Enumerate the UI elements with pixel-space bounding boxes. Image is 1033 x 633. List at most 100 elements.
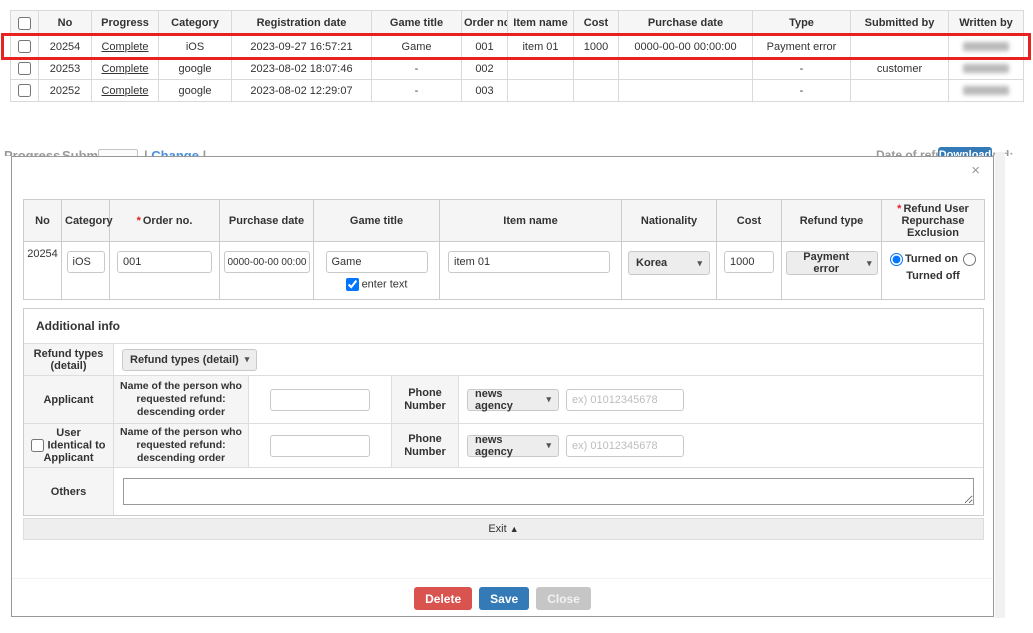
others-row: Others	[24, 467, 983, 515]
form-col-purchase: Purchase date	[220, 200, 314, 242]
repurchase-exclusion-group: Turned on Turned off	[882, 242, 985, 300]
no-value: 20254	[24, 242, 62, 300]
applicant-phone-input[interactable]	[566, 389, 684, 411]
delete-button[interactable]: Delete	[414, 587, 472, 610]
turned-on-radio[interactable]	[890, 253, 903, 266]
table-row[interactable]: 20253 Complete google 2023-08-02 18:07:4…	[11, 58, 1024, 80]
cell-cost: 1000	[574, 36, 619, 58]
cell-no: 20254	[39, 36, 92, 58]
cell-registration-date: 2023-08-02 12:29:07	[232, 80, 372, 102]
background-dropdown[interactable]	[98, 149, 138, 156]
separator: |	[144, 148, 148, 156]
refund-list-table: No Progress Category Registration date G…	[10, 10, 1024, 102]
applicant-phone-type-select[interactable]: news agency ▾	[467, 389, 559, 411]
select-all-checkbox[interactable]	[18, 17, 31, 30]
enter-text-option: enter text	[315, 278, 438, 291]
refund-types-select[interactable]: Refund types (detail) ▾	[122, 349, 257, 371]
progress-label: Progress	[4, 148, 60, 156]
item-name-input[interactable]	[448, 251, 610, 273]
cell-game-title: -	[372, 80, 462, 102]
col-no: No	[39, 11, 92, 36]
col-order-no: Order no.	[462, 11, 508, 36]
table-row[interactable]: 20252 Complete google 2023-08-02 12:29:0…	[11, 80, 1024, 102]
row-checkbox[interactable]	[18, 84, 31, 97]
redacted-text	[963, 64, 1009, 73]
background-toolbar-row: Progress Submit | Change | Date of refun…	[0, 142, 1033, 156]
row-checkbox[interactable]	[18, 62, 31, 75]
enter-text-checkbox[interactable]	[346, 278, 359, 291]
cell-registration-date: 2023-08-02 18:07:46	[232, 58, 372, 80]
cell-no: 20253	[39, 58, 92, 80]
download-button[interactable]: Download	[938, 147, 992, 156]
exit-collapse-button[interactable]: Exit ▲	[23, 518, 984, 540]
cell-submitted-by	[851, 80, 949, 102]
cell-cost	[574, 58, 619, 80]
form-value-row: 20254 enter text Korea ▾ Payment err	[24, 242, 985, 300]
chevron-down-icon: ▾	[546, 394, 551, 405]
col-written-by: Written by	[949, 11, 1024, 36]
cell-category: iOS	[159, 36, 232, 58]
form-col-order: *Order no.	[110, 200, 220, 242]
additional-info-section: Additional info Refund types (detail) Re…	[23, 308, 984, 516]
refund-detail-modal: × No Category *Order no. Purchase date G…	[11, 156, 994, 617]
col-game-title: Game title	[372, 11, 462, 36]
col-item-name: Item name	[508, 11, 574, 36]
user-identical-label: User Identical to Applicant	[24, 424, 114, 467]
cell-purchase-date	[619, 80, 753, 102]
user-row: User Identical to Applicant Name of the …	[24, 423, 983, 467]
progress-link[interactable]: Complete	[101, 85, 148, 97]
redacted-text	[963, 42, 1009, 51]
cell-submitted-by	[851, 36, 949, 58]
row-checkbox[interactable]	[18, 40, 31, 53]
cell-purchase-date: 0000-00-00 00:00:00	[619, 36, 753, 58]
cell-item-name: item 01	[508, 36, 574, 58]
cell-order-no: 002	[462, 58, 508, 80]
cost-input[interactable]	[724, 251, 774, 273]
progress-link[interactable]: Complete	[101, 63, 148, 75]
game-title-input[interactable]	[326, 251, 428, 273]
progress-link[interactable]: Complete	[101, 41, 148, 53]
chevron-down-icon: ▾	[697, 258, 702, 269]
form-col-category: Category	[62, 200, 110, 242]
triangle-up-icon: ▲	[510, 524, 519, 534]
close-icon[interactable]: ×	[971, 163, 980, 178]
table-row[interactable]: 20254 Complete iOS 2023-09-27 16:57:21 G…	[11, 36, 1024, 58]
col-type: Type	[753, 11, 851, 36]
turned-off-radio[interactable]	[963, 253, 976, 266]
cell-type: -	[753, 58, 851, 80]
cell-order-no: 001	[462, 36, 508, 58]
change-link[interactable]: Change	[151, 148, 199, 156]
applicant-row: Applicant Name of the person who request…	[24, 375, 983, 423]
required-marker: *	[137, 215, 141, 227]
form-col-refund-type: Refund type	[782, 200, 882, 242]
order-no-input[interactable]	[117, 251, 212, 273]
nationality-select[interactable]: Korea ▾	[628, 251, 710, 275]
applicant-name-sublabel: Name of the person who requested refund:…	[114, 376, 249, 423]
form-col-nationality: Nationality	[622, 200, 717, 242]
chevron-down-icon: ▾	[546, 440, 551, 451]
others-textarea[interactable]	[123, 478, 974, 505]
user-name-input[interactable]	[270, 435, 370, 457]
applicant-phone-label: Phone Number	[392, 376, 459, 423]
cell-purchase-date	[619, 58, 753, 80]
purchase-date-input[interactable]	[224, 251, 310, 273]
save-button[interactable]: Save	[479, 587, 529, 610]
refund-type-select[interactable]: Payment error ▾	[786, 251, 878, 275]
chevron-down-icon: ▾	[867, 258, 872, 269]
category-input[interactable]	[67, 251, 105, 273]
form-col-game: Game title	[314, 200, 440, 242]
cell-order-no: 003	[462, 80, 508, 102]
cell-category: google	[159, 58, 232, 80]
select-all-cell	[11, 11, 39, 36]
col-purchase-date: Purchase date	[619, 11, 753, 36]
user-phone-type-select[interactable]: news agency ▾	[467, 435, 559, 457]
user-identical-checkbox[interactable]	[31, 439, 44, 452]
applicant-name-input[interactable]	[270, 389, 370, 411]
redacted-text	[963, 86, 1009, 95]
separator: |	[203, 148, 207, 156]
cell-submitted-by: customer	[851, 58, 949, 80]
user-phone-input[interactable]	[566, 435, 684, 457]
page-scrollbar[interactable]	[995, 152, 1005, 618]
others-label: Others	[24, 468, 114, 515]
close-button[interactable]: Close	[536, 587, 591, 610]
